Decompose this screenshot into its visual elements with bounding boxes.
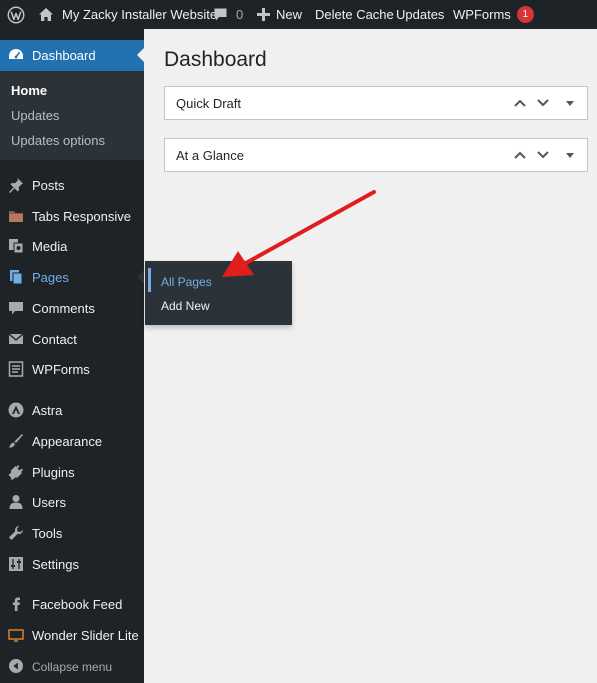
annotation-arrow <box>222 190 376 277</box>
